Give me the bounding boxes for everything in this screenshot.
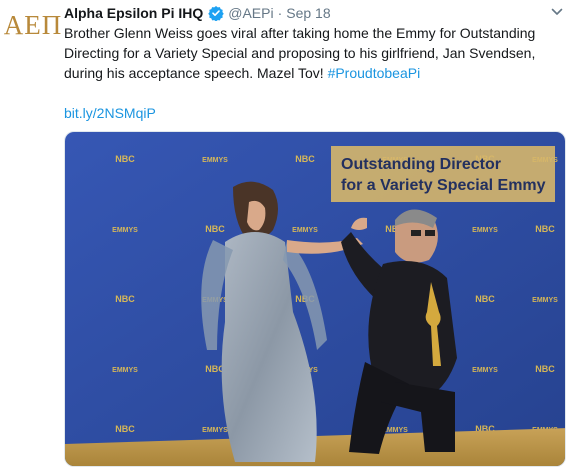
nbc-logo: NBC xyxy=(205,224,225,234)
nbc-logo: NBC xyxy=(475,294,495,304)
avatar[interactable]: ΑΕΠ xyxy=(4,5,62,45)
tweet-link[interactable]: bit.ly/2NSMqiP xyxy=(64,103,156,123)
emmys-logo: EMMYS xyxy=(292,227,318,234)
emmys-logo: EMMYS xyxy=(202,427,228,434)
header-separator: · xyxy=(277,5,283,21)
verified-badge-icon xyxy=(208,5,224,21)
photo-caption-line1: Outstanding Director xyxy=(341,156,501,173)
nbc-logo: NBC xyxy=(535,364,555,374)
nbc-logo: NBC xyxy=(535,224,555,234)
nbc-logo: NBC xyxy=(115,154,135,164)
tweet-text: Brother Glenn Weiss goes viral after tak… xyxy=(64,23,564,83)
tweet-text-body: Brother Glenn Weiss goes viral after tak… xyxy=(64,25,536,81)
author-name[interactable]: Alpha Epsilon Pi IHQ xyxy=(64,5,203,21)
photo-illustration: NBC EMMYS NBC EMMYS NBC EMMYS NBC EMMYS NBC EMMYS… xyxy=(65,132,565,466)
tweet-photo[interactable]: NBC EMMYS NBC EMMYS NBC EMMYS NBC EMMYS NBC EMMYS… xyxy=(64,131,566,467)
tweet-date[interactable]: Sep 18 xyxy=(286,5,330,21)
nbc-logo: NBC xyxy=(115,294,135,304)
tweet-header: Alpha Epsilon Pi IHQ @AEPi · Sep 18 xyxy=(64,3,564,23)
author-handle[interactable]: @AEPi xyxy=(228,5,273,21)
emmys-logo: EMMYS xyxy=(112,227,138,234)
emmys-logo: EMMYS xyxy=(532,297,558,304)
photo-caption-line2: for a Variety Special Emmy xyxy=(341,177,546,194)
emmys-logo: EMMYS xyxy=(202,157,228,164)
nbc-logo: NBC xyxy=(295,154,315,164)
emmys-logo: EMMYS xyxy=(472,367,498,374)
emmys-logo: EMMYS xyxy=(112,367,138,374)
chevron-down-icon[interactable] xyxy=(550,5,564,22)
hashtag-link[interactable]: #ProudtobeaPi xyxy=(328,65,421,81)
emmys-logo: EMMYS xyxy=(472,227,498,234)
nbc-logo: NBC xyxy=(115,424,135,434)
